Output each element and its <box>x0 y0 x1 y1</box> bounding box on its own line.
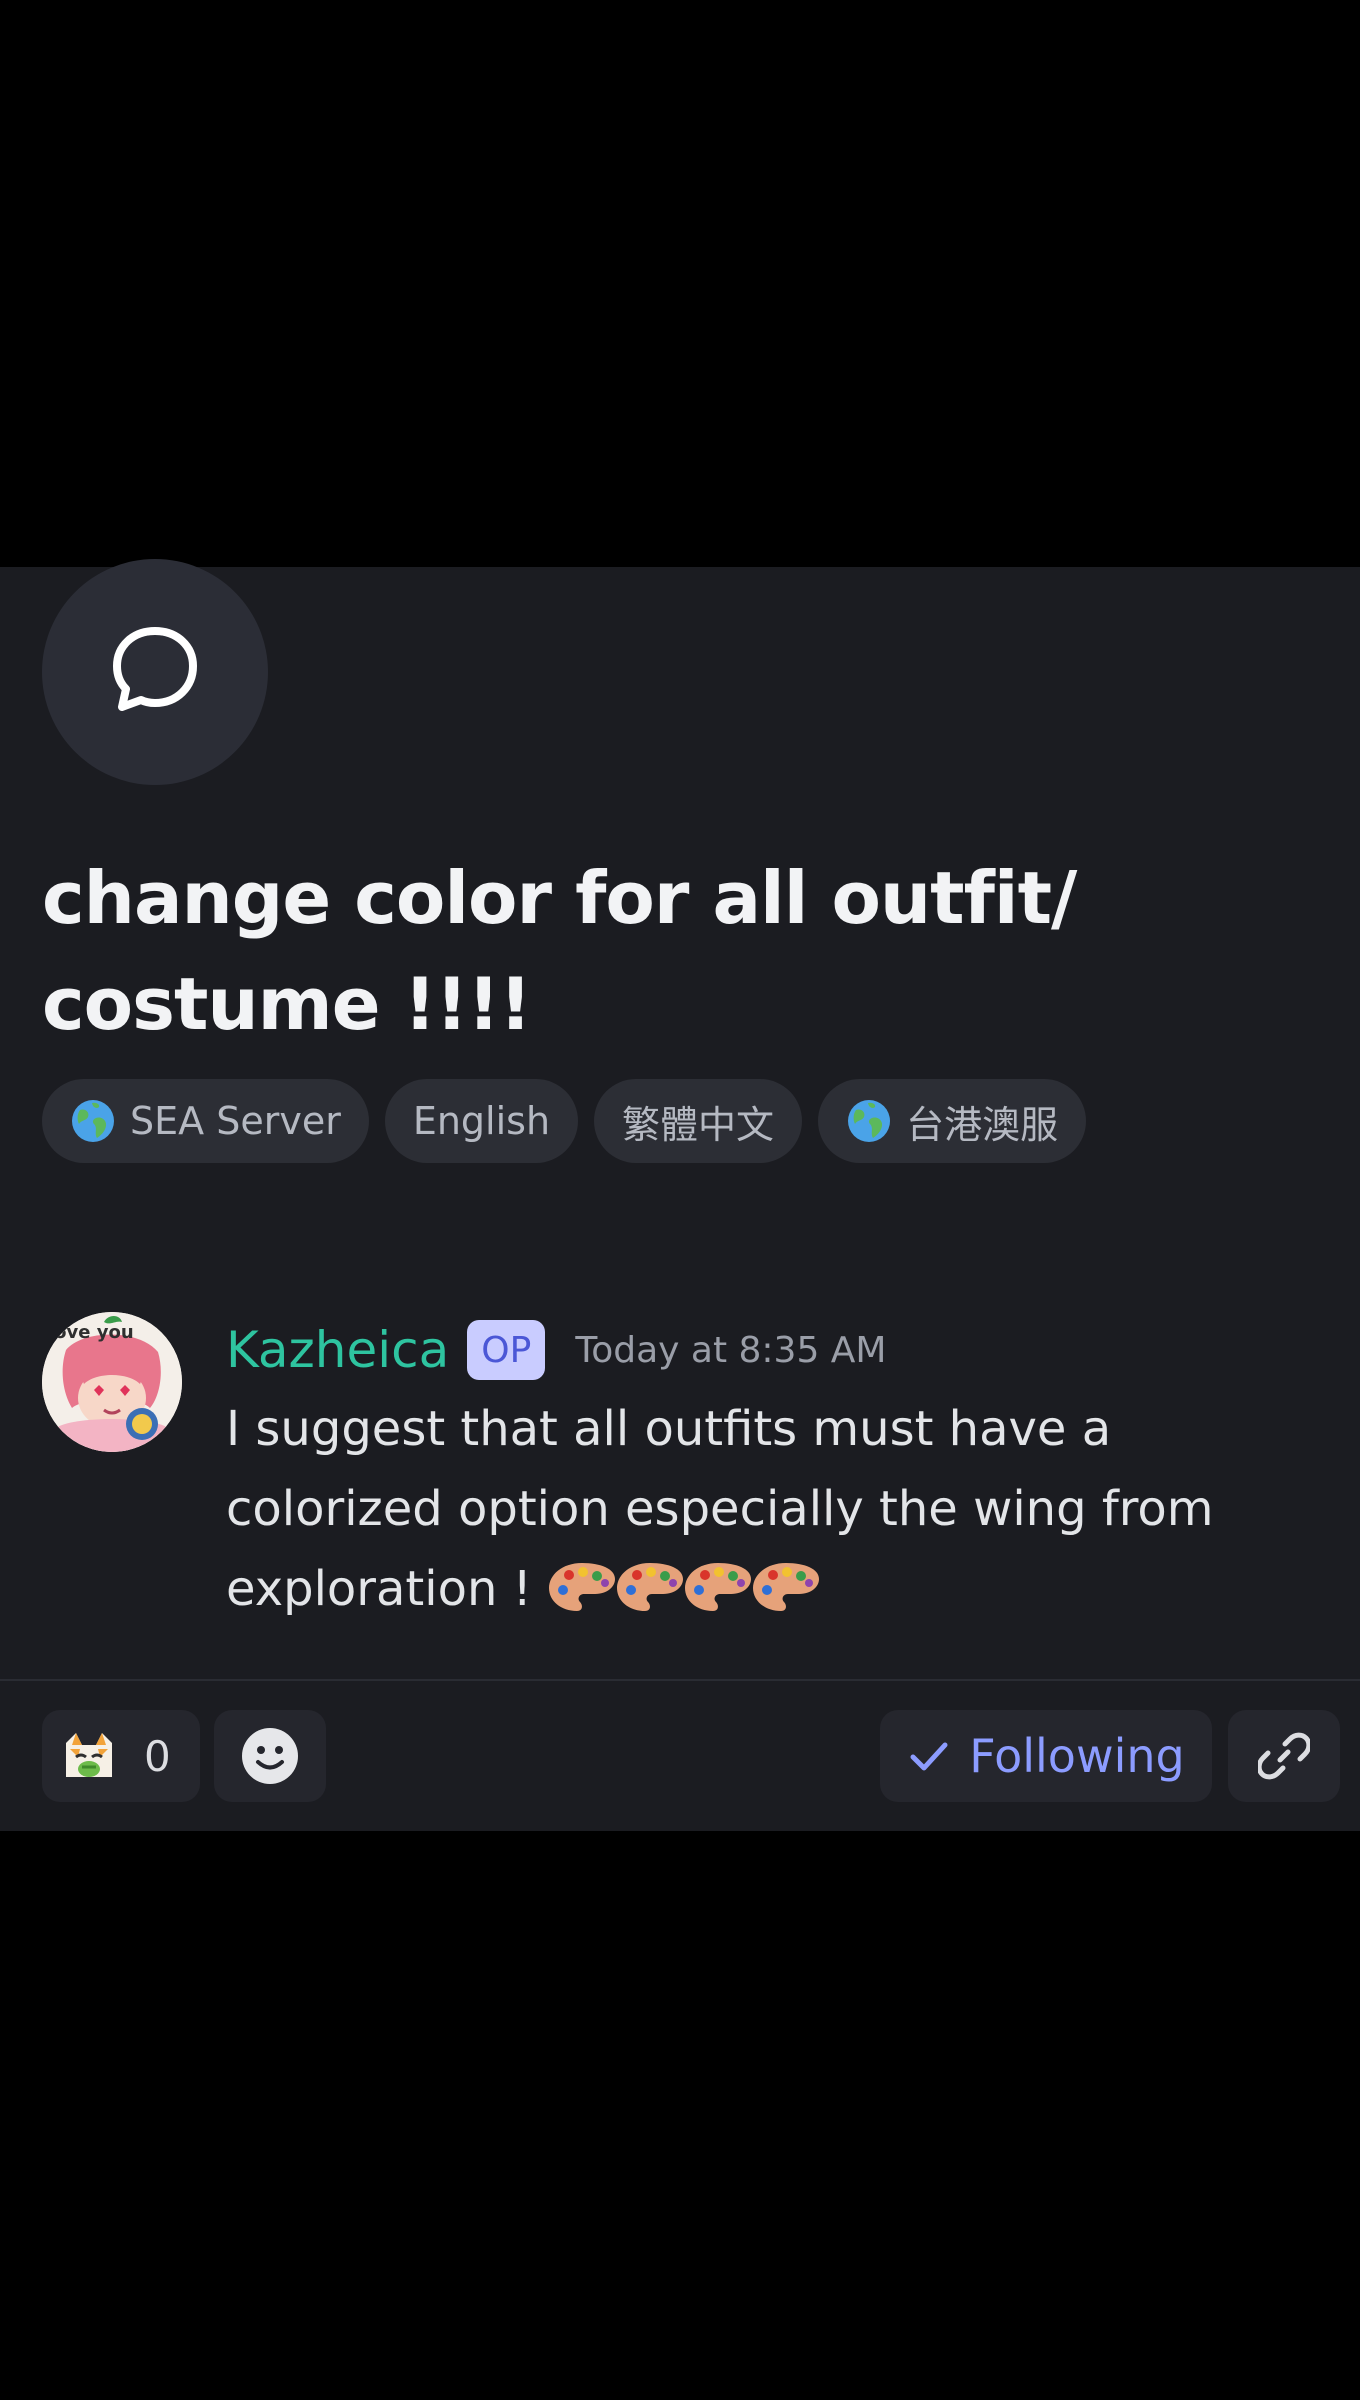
cat-reaction-emoji-icon <box>66 1733 112 1777</box>
check-icon <box>910 1742 948 1771</box>
tag-label: SEA Server <box>130 1099 341 1143</box>
avatar[interactable]: love you <box>42 1312 182 1452</box>
tag-sea-server[interactable]: SEA Server <box>42 1079 369 1163</box>
op-badge: OP <box>467 1320 546 1380</box>
tag-list: SEA Server English 繁體中文 台港澳服 <box>42 1079 1087 1163</box>
message-body: I suggest that all outfits must have a c… <box>226 1389 1306 1629</box>
artist-palette-emoji-icon <box>549 1563 616 1611</box>
thread-title: change color for all outfit/ costume !!!… <box>42 856 1077 1046</box>
artist-palette-emoji-icon <box>753 1563 820 1611</box>
thread-icon-badge <box>42 559 268 785</box>
globe-icon <box>72 1100 114 1142</box>
author-name[interactable]: Kazheica <box>226 1321 449 1379</box>
reaction-button[interactable]: 0 <box>42 1710 200 1802</box>
add-reaction-button[interactable] <box>214 1710 326 1802</box>
artist-palette-emoji-icon <box>617 1563 684 1611</box>
message-header: Kazheica OP Today at 8:35 AM <box>226 1317 886 1383</box>
tag-label: English <box>412 1099 551 1143</box>
following-label: Following <box>969 1729 1185 1783</box>
tag-tw-hk-mo-server[interactable]: 台港澳服 <box>818 1079 1087 1163</box>
link-icon <box>1258 1732 1310 1780</box>
tag-traditional-chinese[interactable]: 繁體中文 <box>594 1079 803 1163</box>
tag-label: 繁體中文 <box>622 1102 775 1147</box>
copy-link-button[interactable] <box>1228 1710 1340 1802</box>
message-timestamp: Today at 8:35 AM <box>575 1329 887 1371</box>
smiley-icon <box>242 1728 298 1784</box>
forum-post-panel: change color for all outfit/ costume !!!… <box>0 559 1360 1831</box>
divider <box>0 1679 1360 1681</box>
tag-english[interactable]: English <box>384 1079 579 1163</box>
reaction-count: 0 <box>144 1731 171 1781</box>
globe-icon <box>848 1100 891 1142</box>
artist-palette-emoji-icon <box>685 1563 752 1611</box>
avatar-caption: love you <box>48 1322 134 1343</box>
chat-bubble-icon <box>113 627 197 711</box>
avatar-illustration: love you <box>42 1312 182 1452</box>
emoji-row <box>547 1561 820 1617</box>
tag-label: 台港澳服 <box>906 1102 1059 1147</box>
following-button[interactable]: Following <box>880 1710 1212 1802</box>
